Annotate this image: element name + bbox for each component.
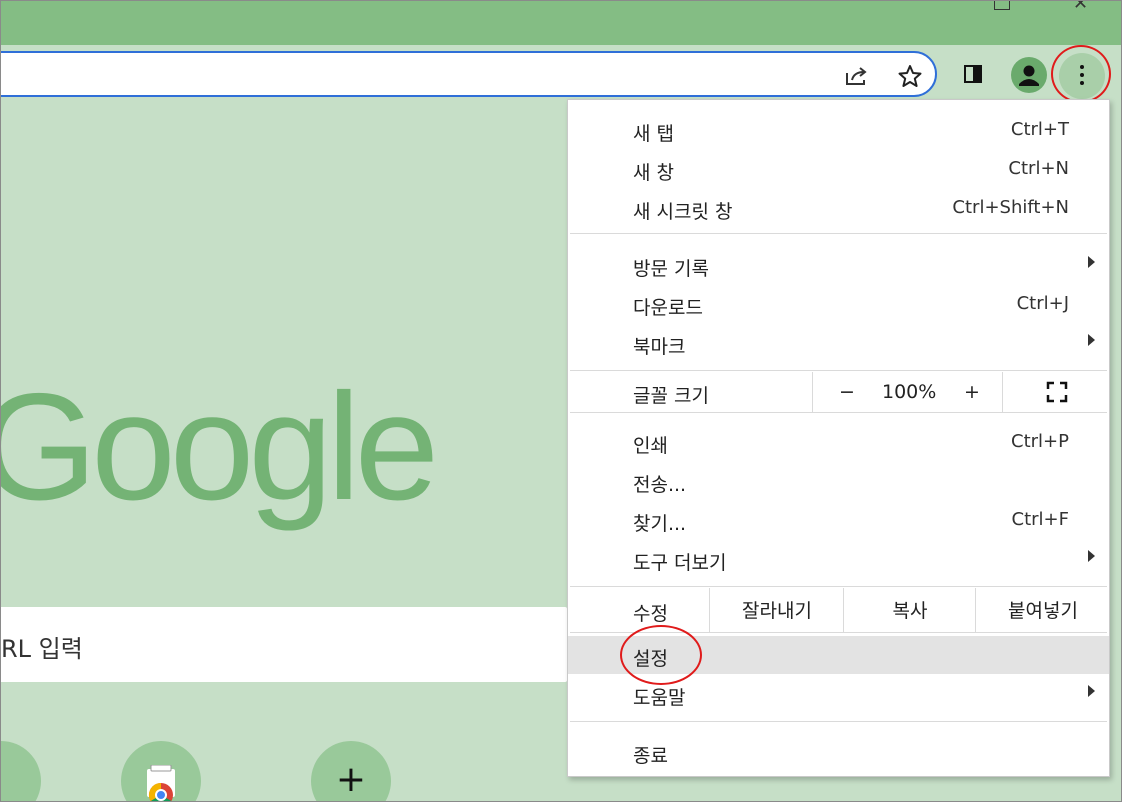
menu-shortcut: Ctrl+T <box>1010 119 1069 140</box>
menu-item-label: 새 시크릿 창 <box>633 201 733 223</box>
menu-zoom-row: 글꼴 크기 − 100% + <box>568 372 1109 412</box>
shortcut-tile-partial[interactable] <box>1 741 41 801</box>
copy-button[interactable]: 복사 <box>843 588 976 632</box>
menu-item-downloads[interactable]: 다운로드 Ctrl+J <box>568 285 1109 323</box>
search-box[interactable]: RL 입력 <box>1 607 567 682</box>
add-icon: + <box>335 759 367 800</box>
zoom-in-label: + <box>964 381 980 403</box>
add-shortcut-button[interactable]: + <box>311 741 391 801</box>
menu-item-new-tab[interactable]: 새 탭 Ctrl+T <box>568 111 1109 149</box>
submenu-arrow-icon <box>1088 256 1095 268</box>
cut-label: 잘라내기 <box>742 600 812 622</box>
menu-item-label: 다운로드 <box>633 297 703 319</box>
menu-item-cast[interactable]: 전송... <box>568 462 1109 500</box>
title-bar: ✕ <box>1 1 1121 45</box>
menu-item-label: 방문 기록 <box>633 258 709 280</box>
menu-divider <box>570 233 1107 234</box>
menu-item-label: 인쇄 <box>633 435 668 457</box>
menu-divider <box>570 370 1107 371</box>
cut-button[interactable]: 잘라내기 <box>709 588 844 632</box>
annotation-circle-settings <box>620 625 702 685</box>
menu-item-label: 도움말 <box>633 687 686 709</box>
menu-shortcut: Ctrl+P <box>1011 431 1069 452</box>
close-window-icon[interactable]: ✕ <box>1073 1 1088 14</box>
paste-button[interactable]: 붙여넣기 <box>975 588 1110 632</box>
annotation-circle-menu <box>1051 45 1111 103</box>
menu-item-label: 찾기... <box>633 513 687 535</box>
menu-item-label: 도구 더보기 <box>633 552 727 574</box>
menu-shortcut: Ctrl+J <box>1016 293 1069 314</box>
menu-item-history[interactable]: 방문 기록 <box>568 246 1109 284</box>
menu-item-new-window[interactable]: 새 창 Ctrl+N <box>568 150 1109 188</box>
search-placeholder: RL 입력 <box>1 635 83 663</box>
menu-item-more-tools[interactable]: 도구 더보기 <box>568 540 1109 578</box>
address-bar[interactable] <box>1 51 937 97</box>
menu-item-print[interactable]: 인쇄 Ctrl+P <box>568 423 1109 461</box>
submenu-arrow-icon <box>1088 334 1095 346</box>
paste-label: 붙여넣기 <box>1008 600 1078 622</box>
menu-item-incognito[interactable]: 새 시크릿 창 Ctrl+Shift+N <box>568 189 1109 227</box>
star-icon[interactable] <box>897 63 923 89</box>
submenu-arrow-icon <box>1088 685 1095 697</box>
chrome-web-store-icon <box>141 764 181 801</box>
menu-item-label: 종료 <box>633 745 668 767</box>
zoom-in-button[interactable]: + <box>944 372 1000 412</box>
menu-item-label: 전송... <box>633 474 687 496</box>
share-icon[interactable] <box>843 63 869 89</box>
edit-label: 수정 <box>633 603 668 625</box>
copy-label: 복사 <box>892 600 928 622</box>
zoom-out-button[interactable]: − <box>812 372 873 412</box>
fullscreen-icon <box>1046 381 1068 403</box>
menu-item-bookmarks[interactable]: 북마크 <box>568 324 1109 362</box>
menu-item-exit[interactable]: 종료 <box>568 733 1109 771</box>
menu-divider <box>570 586 1107 587</box>
zoom-out-label: − <box>839 381 855 403</box>
zoom-value-text: 100% <box>882 381 937 403</box>
restore-window-icon[interactable] <box>994 1 1010 10</box>
browser-window: ✕ Google RL 입력 + 새 탭 Ctrl+T 새 창 Ctrl+N 새… <box>0 0 1122 802</box>
menu-divider <box>570 412 1107 413</box>
shortcut-tile-web-store[interactable] <box>121 741 201 801</box>
menu-divider <box>570 721 1107 722</box>
menu-shortcut: Ctrl+N <box>1008 158 1069 179</box>
zoom-label: 글꼴 크기 <box>633 385 709 407</box>
reading-list-icon[interactable] <box>964 65 982 83</box>
menu-item-label: 새 창 <box>633 162 674 184</box>
fullscreen-button[interactable] <box>1002 372 1109 412</box>
menu-shortcut: Ctrl+Shift+N <box>952 197 1069 218</box>
menu-item-label: 북마크 <box>633 336 686 358</box>
toolbar <box>1 45 1121 105</box>
profile-icon[interactable] <box>1011 57 1047 93</box>
google-logo: Google <box>0 362 439 532</box>
menu-shortcut: Ctrl+F <box>1011 509 1069 530</box>
submenu-arrow-icon <box>1088 550 1095 562</box>
menu-item-find[interactable]: 찾기... Ctrl+F <box>568 501 1109 539</box>
menu-item-label: 새 탭 <box>633 123 674 145</box>
